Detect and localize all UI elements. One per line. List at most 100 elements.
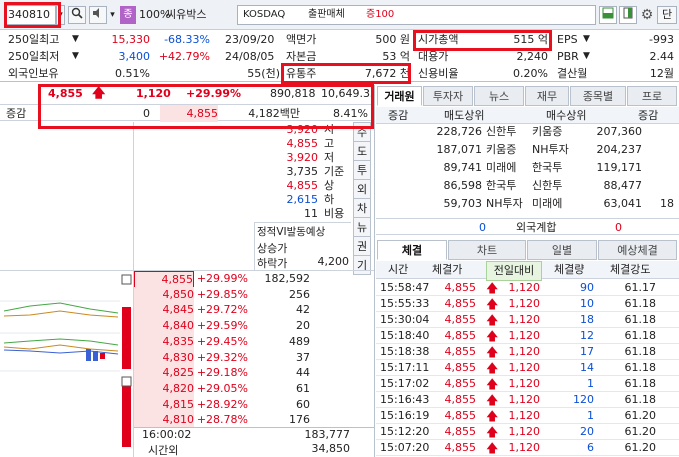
trade-qty: 6 <box>587 441 594 454</box>
trade-price: 4,855 <box>444 297 477 310</box>
trade-header-change[interactable]: 전일대비 <box>486 261 542 281</box>
vi-down-value: 4,200 <box>317 255 350 268</box>
info-value: 15,330 <box>111 33 151 46</box>
broker-header-right: 증감 <box>638 109 659 122</box>
foreign-row: 0 외국계합 0 <box>376 218 679 235</box>
speaker-dropdown-icon[interactable]: ▾ <box>108 6 117 24</box>
info-label: PBR <box>557 50 579 63</box>
search-icon[interactable] <box>68 6 86 24</box>
trade-change: 1,120 <box>508 329 541 342</box>
gear-icon[interactable]: ⚙ <box>639 6 655 24</box>
summary-label: 비용 <box>324 207 345 220</box>
broker-row: 59,703 NH투자 미래에 63,041 18 <box>376 196 679 212</box>
tab-investor[interactable]: 투자자 <box>423 86 473 106</box>
trade-change: 1,120 <box>508 393 541 406</box>
side-tab-0[interactable]: 수 <box>353 122 371 142</box>
info-label: 250일최고 <box>8 33 60 46</box>
side-tab-4[interactable]: 차 <box>353 198 371 218</box>
vi-box: 정적VI발동예상 상승가 하락가 4,200 <box>254 222 351 270</box>
trade-price: 4,855 <box>444 361 477 374</box>
trade-strength: 61.18 <box>624 313 657 326</box>
info-rate: -68.33% <box>164 33 210 46</box>
dropdown-icon[interactable]: ▼ <box>72 31 79 48</box>
margin-badge: 종 <box>120 6 136 24</box>
side-tab-2[interactable]: 투 <box>353 160 371 180</box>
side-tab-3[interactable]: 외 <box>353 179 371 199</box>
trade-strength: 61.18 <box>624 377 657 390</box>
broker-header-sell: 매도상위 <box>444 109 485 122</box>
trade-header: 시간 체결가 전일대비 체결량 체결강도 <box>376 261 679 281</box>
tab-trades[interactable]: 체결 <box>377 240 447 260</box>
trade-change: 1,120 <box>508 425 541 438</box>
tab-program[interactable]: 프로 <box>627 86 677 106</box>
tab-expected[interactable]: 예상체결 <box>598 240 677 260</box>
stock-code-text: 340810 <box>8 8 50 21</box>
volume-ratio: 10,649.35 <box>321 87 377 100</box>
green-window-icon[interactable] <box>599 6 617 24</box>
trade-price: 4,855 <box>444 313 477 326</box>
broker-sell-name: 키움증 <box>486 143 517 156</box>
trade-row: 15:58:47 4,855 🡅 1,120 90 61.17 <box>376 280 679 296</box>
tab-news[interactable]: 뉴스 <box>474 86 524 106</box>
side-tab-6[interactable]: 권 <box>353 236 371 256</box>
tab-daily[interactable]: 일별 <box>527 240 597 260</box>
float-label: 유통주 <box>286 67 317 80</box>
dropdown-icon[interactable]: ▼ <box>583 48 590 65</box>
trade-change: 1,120 <box>508 377 541 390</box>
price-change: 1,120 <box>136 87 171 100</box>
dropdown-icon[interactable]: ▼ <box>583 31 590 48</box>
trade-qty: 90 <box>580 281 594 294</box>
side-tab-1[interactable]: 도 <box>353 141 371 161</box>
info-label: 외국인보유 <box>8 67 59 80</box>
trade-price: 4,855 <box>444 281 477 294</box>
broker-list: 228,726 신한투 키움증 207,360 187,071 키움증 NH투자 204,23… <box>376 124 679 216</box>
sector-label: 출판매체 <box>308 9 345 20</box>
trade-qty: 1 <box>587 377 594 390</box>
trade-time: 15:58:47 <box>380 281 430 294</box>
trade-qty: 18 <box>580 313 594 326</box>
trade-strength: 61.18 <box>624 345 657 358</box>
side-tab-5[interactable]: 뉴 <box>353 217 371 237</box>
trade-time: 15:18:40 <box>380 329 430 342</box>
trade-price: 4,855 <box>444 329 477 342</box>
broker-header: 증감 매도상위 매수상위 증감 <box>376 107 679 124</box>
trade-qty: 14 <box>580 361 594 374</box>
trade-price: 4,855 <box>444 393 477 406</box>
foreign-label: 외국계합 <box>516 221 557 234</box>
broker-buy-name: 신한투 <box>532 179 563 192</box>
broker-buy-name: 키움증 <box>532 125 563 138</box>
trade-price: 4,855 <box>444 409 477 422</box>
amount-ratio: 8.41% <box>333 107 368 120</box>
change-label: 증감 <box>6 107 27 120</box>
trade-qty: 10 <box>580 297 594 310</box>
unit-button[interactable]: 단 <box>657 6 677 24</box>
trade-time: 15:16:43 <box>380 393 430 406</box>
trade-qty: 20 <box>580 425 594 438</box>
current-price: 4,855 <box>48 87 83 100</box>
dropdown-icon[interactable]: ▼ <box>72 48 79 65</box>
tab-by-stock[interactable]: 종목별 <box>570 86 626 106</box>
trade-row: 15:18:40 4,855 🡅 1,120 12 61.18 <box>376 328 679 344</box>
trade-row: 15:17:11 4,855 🡅 1,120 14 61.18 <box>376 360 679 376</box>
info-label: 신용비율 <box>418 67 459 80</box>
tab-chart[interactable]: 차트 <box>448 240 526 260</box>
tab-broker[interactable]: 거래원 <box>377 86 422 106</box>
info-row-2: 250일최저 ▼ 3,400 +42.79% 24/08/05 자본금 53 억… <box>0 48 679 65</box>
trade-strength: 61.18 <box>624 361 657 374</box>
broker-sell-qty: 86,598 <box>443 179 483 192</box>
info-value: 2.44 <box>649 50 675 63</box>
code-dropdown-icon[interactable]: ▾ <box>56 5 65 25</box>
document-icon[interactable] <box>619 6 637 24</box>
broker-buy-name: 미래에 <box>532 197 563 210</box>
trade-strength: 61.20 <box>624 441 657 454</box>
info-date: 23/09/20 <box>225 33 275 46</box>
trade-row: 15:07:20 4,855 🡅 1,120 6 61.20 <box>376 440 679 456</box>
speaker-icon[interactable] <box>89 6 107 24</box>
broker-sell-name: 미래에 <box>486 161 517 174</box>
trade-time: 15:07:20 <box>380 441 430 454</box>
info-value: 0.51% <box>115 67 150 80</box>
trade-price: 4,855 <box>444 377 477 390</box>
margin-label: 증100 <box>366 9 395 20</box>
tab-finance[interactable]: 재무 <box>525 86 569 106</box>
stock-code-input[interactable]: 340810 <box>4 5 56 25</box>
